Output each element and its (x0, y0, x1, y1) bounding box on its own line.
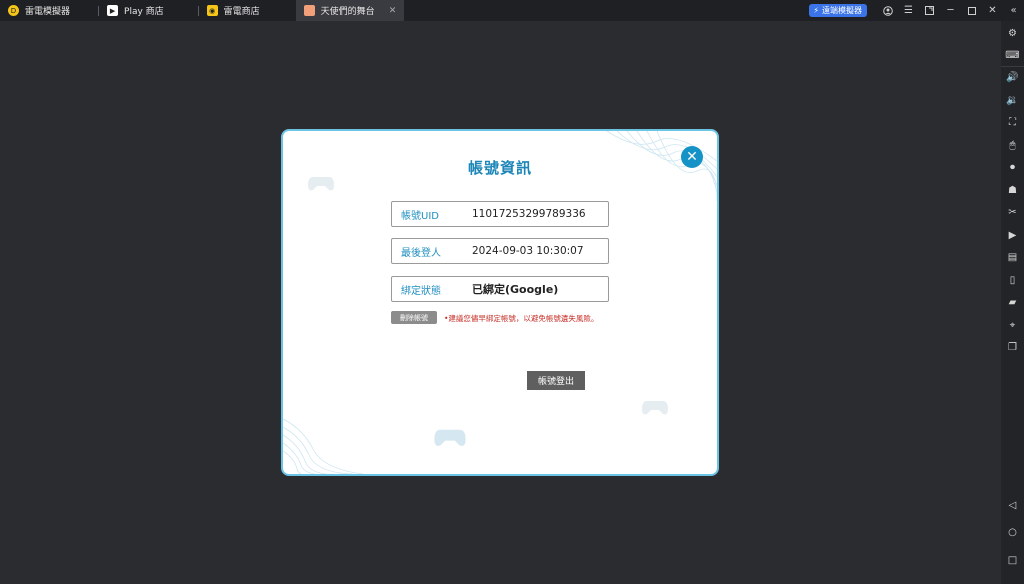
field-label: 帳號UID (401, 210, 439, 222)
tab-game-app[interactable]: 天使們的舞台 ✕ (295, 0, 405, 21)
play-store-icon: ▶ (107, 5, 119, 16)
mouse-lock-icon[interactable]: 🖱 (1005, 138, 1020, 153)
scissors-icon[interactable]: ✂ (1005, 205, 1020, 220)
tab-play-store[interactable]: ▶ Play 商店 (99, 0, 172, 21)
volume-up-icon[interactable]: 🔊 (1005, 70, 1020, 85)
title-bar: D 雷電模擬器 ▶ Play 商店 ◉ 雷電商店 天使們的舞台 ✕ ⚡ 遠端模擬… (0, 0, 1024, 21)
ldplayer-logo-icon: D (8, 5, 19, 16)
settings-icon[interactable]: ⚙ (1005, 26, 1020, 41)
field-label: 最後登人 (401, 247, 441, 259)
game-app-icon (303, 5, 315, 16)
right-sidebar: ⚙ ⌨ 🔊 🔉 ⛶ 🖱 ⏺ ☗ ✂ ▶ ▤ ▯ ▰ ⌖ ❐ ◁ ○ □ (1001, 21, 1024, 584)
tab-ldplayer[interactable]: D 雷電模擬器 (0, 0, 78, 21)
apk-install-icon[interactable]: ▤ (1005, 250, 1020, 265)
delete-account-button[interactable]: 刪除帳號 (391, 311, 437, 324)
phone-icon[interactable]: ▯ (1005, 273, 1020, 288)
close-tab-icon[interactable]: ✕ (389, 6, 397, 16)
bind-warning-text: •建議您儘早綁定帳號，以避免帳號遺失風險。 (444, 314, 599, 323)
minimize-icon[interactable]: ─ (940, 0, 961, 21)
collapse-sidebar-icon[interactable]: « (1003, 0, 1024, 21)
account-info-dialog: 帳號資訊 ✕ 帳號UID 11017253299789336 最後登人 2024… (281, 129, 719, 476)
logout-button[interactable]: 帳號登出 (527, 371, 585, 390)
field-label: 綁定狀態 (401, 285, 441, 297)
record-icon[interactable]: ⏺ (1005, 160, 1020, 175)
screenshot-icon[interactable]: ⛶ (1005, 115, 1020, 130)
multi-window-icon[interactable]: ❐ (1005, 340, 1020, 355)
tab-label: 雷電模擬器 (25, 7, 71, 17)
lightning-icon: ⚡ (813, 6, 819, 15)
tab-label: Play 商店 (124, 7, 164, 17)
uid-field: 帳號UID 11017253299789336 (391, 201, 609, 227)
field-value: 11017253299789336 (472, 208, 586, 220)
location-icon[interactable]: ⌖ (1005, 318, 1020, 333)
video-icon[interactable]: ▶ (1005, 228, 1020, 243)
close-window-icon[interactable]: ✕ (982, 0, 1003, 21)
dialog-title: 帳號資訊 (467, 159, 532, 177)
gamepad-icon (642, 401, 668, 415)
tab-label: 天使們的舞台 (320, 7, 375, 17)
volume-down-icon[interactable]: 🔉 (1005, 93, 1020, 108)
window-controls: ⚡ 遠端模擬器 ☰ ─ ✕ « (809, 0, 1024, 21)
remote-emulator-button[interactable]: ⚡ 遠端模擬器 (809, 4, 867, 17)
folder-icon[interactable]: ▰ (1005, 295, 1020, 310)
menu-icon[interactable]: ☰ (898, 0, 919, 21)
field-value: 已綁定(Google) (472, 283, 559, 296)
bind-status-field: 綁定狀態 已綁定(Google) (391, 276, 609, 302)
tab-label: 雷電商店 (223, 7, 260, 17)
account-icon[interactable] (877, 0, 898, 21)
close-dialog-button[interactable]: ✕ (681, 146, 703, 168)
recent-apps-icon[interactable]: □ (1005, 553, 1020, 568)
tab-game-store[interactable]: ◉ 雷電商店 (199, 0, 268, 21)
gamepad-icon (434, 429, 466, 446)
field-value: 2024-09-03 10:30:07 (472, 245, 584, 257)
close-icon: ✕ (686, 149, 698, 165)
sidebar-divider (1001, 66, 1024, 67)
wave-decoration (283, 418, 364, 474)
last-login-field: 最後登人 2024-09-03 10:30:07 (391, 238, 609, 264)
remote-emulator-label: 遠端模擬器 (822, 6, 862, 15)
robot-icon[interactable]: ☗ (1005, 183, 1020, 198)
maximize-icon[interactable] (961, 0, 982, 21)
back-icon[interactable]: ◁ (1005, 498, 1020, 513)
home-icon[interactable]: ○ (1005, 525, 1020, 540)
popout-icon[interactable] (919, 0, 940, 21)
keyboard-icon[interactable]: ⌨ (1005, 48, 1020, 63)
game-store-icon: ◉ (206, 5, 218, 16)
